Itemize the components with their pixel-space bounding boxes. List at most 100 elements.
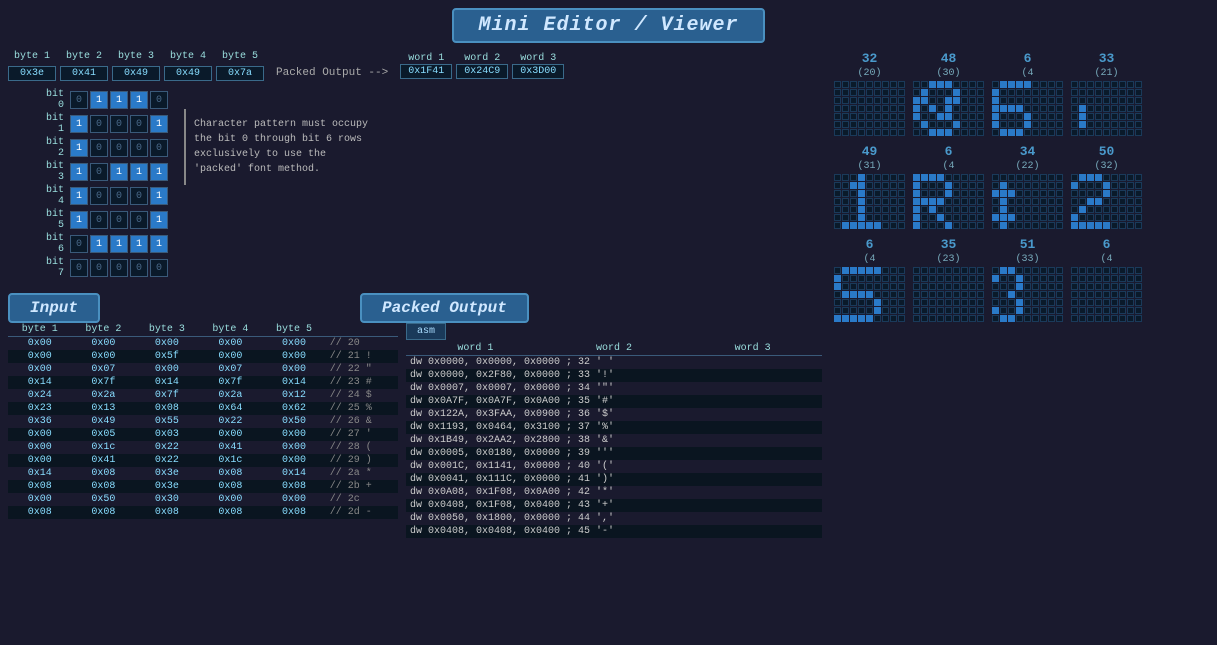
px-r0-c5 — [953, 81, 960, 88]
input-row-7: 0x000x050x030x000x00// 27 ' — [8, 428, 398, 441]
px-r3-c5 — [1111, 198, 1118, 205]
output-col-1: word 2 — [545, 342, 684, 356]
px-r0-c7 — [969, 174, 976, 181]
px-r4-c5 — [1032, 113, 1039, 120]
px-r0-c7 — [969, 81, 976, 88]
input-label: Input — [8, 293, 100, 323]
px-r4-c1 — [921, 206, 928, 213]
px-r4-c6 — [961, 113, 968, 120]
px-r6-c7 — [890, 129, 897, 136]
bit-cell-r2-c3: 0 — [130, 139, 148, 157]
px-r4-c2 — [1087, 206, 1094, 213]
px-r0-c3 — [937, 174, 944, 181]
px-r5-c1 — [1000, 307, 1007, 314]
px-r2-c3 — [858, 190, 865, 197]
px-r1-c6 — [961, 275, 968, 282]
input-cell-r6-c4: 0x50 — [262, 415, 326, 428]
px-r4-c1 — [921, 113, 928, 120]
px-r6-c5 — [953, 315, 960, 322]
px-r0-c4 — [1103, 81, 1110, 88]
px-r3-c3 — [1095, 291, 1102, 298]
input-cell-r11-c2: 0x3e — [135, 480, 199, 493]
bit-cell-r1-c1: 0 — [90, 115, 108, 133]
word-labels: word 1 word 2 word 3 — [400, 53, 564, 64]
bit-row-2: bit 210000 — [40, 137, 168, 159]
px-r3-c2 — [929, 105, 936, 112]
input-cell-r7-c1: 0x05 — [72, 428, 136, 441]
px-r6-c6 — [882, 129, 889, 136]
bit-cell-r7-c0: 0 — [70, 259, 88, 277]
px-r5-c8 — [1056, 121, 1063, 128]
px-r6-c8 — [898, 129, 905, 136]
input-cell-r3-c2: 0x14 — [135, 376, 199, 389]
px-r5-c7 — [1048, 121, 1055, 128]
char-pixel-grid-10 — [992, 267, 1063, 322]
char-pixel-grid-3 — [1071, 81, 1142, 136]
px-r2-c1 — [921, 190, 928, 197]
px-r2-c3 — [937, 190, 944, 197]
px-r4-c5 — [953, 206, 960, 213]
px-r1-c7 — [1048, 275, 1055, 282]
px-r2-c1 — [921, 283, 928, 290]
char-sub-9: (23) — [936, 254, 960, 265]
px-r2-c2 — [1087, 283, 1094, 290]
byte-values: 0x3e 0x41 0x49 0x49 0x7a — [8, 66, 264, 81]
input-cell-r4-c2: 0x7f — [135, 389, 199, 402]
px-r3-c2 — [1008, 198, 1015, 205]
px-r2-c6 — [1119, 283, 1126, 290]
px-r2-c0 — [913, 97, 920, 104]
px-r5-c2 — [1008, 214, 1015, 221]
px-r6-c6 — [1040, 129, 1047, 136]
char-block-7: 50(32) — [1071, 144, 1142, 229]
px-r3-c1 — [921, 198, 928, 205]
px-r0-c4 — [866, 81, 873, 88]
output-cell-5: dw 0x1193, 0x0464, 0x3100 ; 37 '%' — [406, 421, 822, 434]
px-r1-c6 — [961, 182, 968, 189]
tab-asm[interactable]: asm — [406, 323, 446, 340]
input-col-4: byte 5 — [262, 323, 326, 337]
px-r0-c4 — [1103, 267, 1110, 274]
px-r4-c1 — [842, 299, 849, 306]
px-r4-c1 — [842, 113, 849, 120]
px-r3-c5 — [1032, 198, 1039, 205]
byte-label-2: byte 2 — [60, 51, 108, 62]
px-r6-c6 — [1040, 222, 1047, 229]
bit-cell-r1-c4: 1 — [150, 115, 168, 133]
px-r5-c7 — [890, 121, 897, 128]
px-r2-c3 — [1095, 283, 1102, 290]
px-r1-c2 — [1087, 275, 1094, 282]
px-r6-c4 — [866, 129, 873, 136]
input-row-2: 0x000x070x000x070x00// 22 " — [8, 363, 398, 376]
px-r1-c0 — [913, 182, 920, 189]
px-r2-c4 — [1103, 283, 1110, 290]
px-r5-c5 — [874, 307, 881, 314]
input-cell-r1-c4: 0x00 — [262, 350, 326, 363]
bit-cell-r1-c3: 0 — [130, 115, 148, 133]
char-pixel-grid-6 — [992, 174, 1063, 229]
px-r0-c2 — [850, 174, 857, 181]
char-pixel-grid-1 — [913, 81, 984, 136]
px-r0-c5 — [1111, 81, 1118, 88]
px-r2-c2 — [1087, 97, 1094, 104]
px-r0-c6 — [882, 174, 889, 181]
input-cell-r0-c5: // 20 — [326, 337, 398, 351]
px-r5-c5 — [953, 121, 960, 128]
px-r4-c0 — [1071, 299, 1078, 306]
px-r4-c8 — [1056, 206, 1063, 213]
px-r3-c6 — [882, 198, 889, 205]
px-r5-c4 — [1103, 214, 1110, 221]
px-r0-c3 — [1095, 267, 1102, 274]
bit-row-label-1: bit 1 — [40, 113, 68, 135]
input-cell-r7-c5: // 27 ' — [326, 428, 398, 441]
input-cell-r0-c3: 0x00 — [199, 337, 263, 351]
char-code-11: 6 — [1103, 237, 1111, 252]
px-r6-c1 — [1000, 129, 1007, 136]
px-r4-c7 — [1127, 299, 1134, 306]
px-r6-c3 — [1095, 315, 1102, 322]
px-r0-c1 — [921, 267, 928, 274]
px-r6-c6 — [1040, 315, 1047, 322]
char-block-3: 33(21) — [1071, 51, 1142, 136]
px-r3-c8 — [898, 291, 905, 298]
px-r0-c6 — [1119, 81, 1126, 88]
px-r1-c1 — [842, 89, 849, 96]
